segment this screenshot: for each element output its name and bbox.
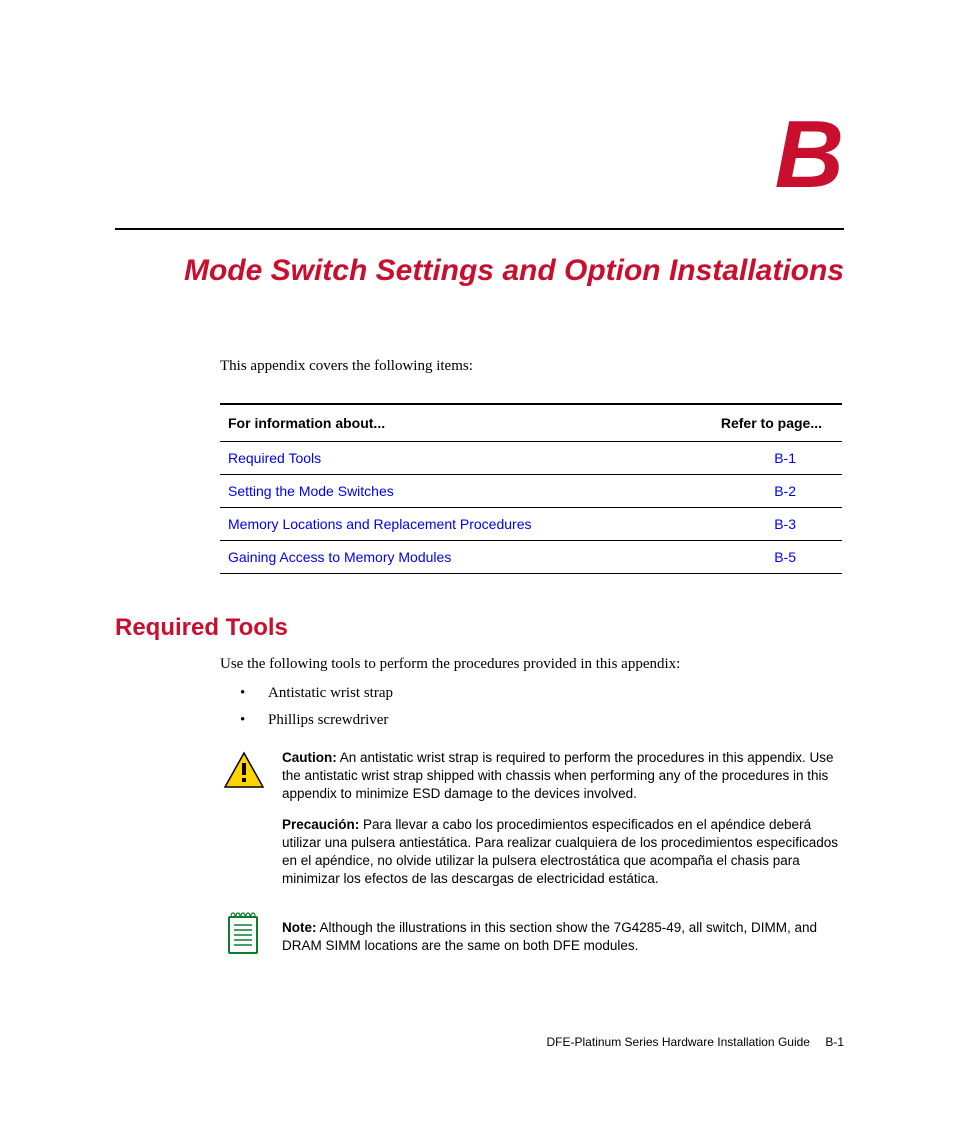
table-page-link[interactable]: B-3 bbox=[774, 516, 796, 532]
chapter-title: Mode Switch Settings and Option Installa… bbox=[115, 254, 844, 288]
caution-body-en: An antistatic wrist strap is required to… bbox=[282, 750, 834, 801]
intro-text: This appendix covers the following items… bbox=[220, 358, 844, 375]
table-link[interactable]: Required Tools bbox=[228, 450, 321, 466]
caution-text-es: Precaución: Para llevar a cabo los proce… bbox=[282, 816, 844, 889]
table-page-link[interactable]: B-5 bbox=[774, 549, 796, 565]
footer-page-number: B-1 bbox=[825, 1035, 844, 1049]
section-intro-text: Use the following tools to perform the p… bbox=[220, 656, 844, 673]
list-item: Antistatic wrist strap bbox=[240, 685, 844, 702]
table-link[interactable]: Setting the Mode Switches bbox=[228, 483, 394, 499]
footer-doc-title: DFE-Platinum Series Hardware Installatio… bbox=[547, 1035, 810, 1049]
note-text: Note: Although the illustrations in this… bbox=[282, 919, 844, 955]
tools-list: Antistatic wrist strap Phillips screwdri… bbox=[240, 685, 844, 729]
note-label: Note: bbox=[282, 920, 317, 935]
reference-table: For information about... Refer to page..… bbox=[220, 403, 842, 574]
caution-label-es: Precaución: bbox=[282, 817, 359, 832]
title-rule bbox=[115, 228, 844, 230]
list-item: Phillips screwdriver bbox=[240, 712, 844, 729]
table-header-info: For information about... bbox=[220, 404, 663, 442]
table-header-page: Refer to page... bbox=[663, 404, 842, 442]
note-body-text: Although the illustrations in this secti… bbox=[282, 920, 817, 953]
table-row: Setting the Mode Switches B-2 bbox=[220, 475, 842, 508]
caution-block: Caution: An antistatic wrist strap is re… bbox=[220, 749, 844, 889]
caution-body-es: Para llevar a cabo los procedimientos es… bbox=[282, 817, 838, 887]
note-icon bbox=[220, 909, 268, 955]
caution-icon bbox=[220, 749, 268, 789]
note-block: Note: Although the illustrations in this… bbox=[220, 909, 844, 955]
table-link[interactable]: Memory Locations and Replacement Procedu… bbox=[228, 516, 532, 532]
table-row: Required Tools B-1 bbox=[220, 442, 842, 475]
caution-label-en: Caution: bbox=[282, 750, 337, 765]
table-page-link[interactable]: B-1 bbox=[774, 450, 796, 466]
table-row: Memory Locations and Replacement Procedu… bbox=[220, 508, 842, 541]
table-page-link[interactable]: B-2 bbox=[774, 483, 796, 499]
table-link[interactable]: Gaining Access to Memory Modules bbox=[228, 549, 451, 565]
page-footer: DFE-Platinum Series Hardware Installatio… bbox=[547, 1035, 844, 1049]
appendix-letter: B bbox=[115, 100, 844, 210]
table-row: Gaining Access to Memory Modules B-5 bbox=[220, 541, 842, 574]
caution-text-en: Caution: An antistatic wrist strap is re… bbox=[282, 749, 844, 804]
section-heading-required-tools: Required Tools bbox=[115, 614, 844, 642]
